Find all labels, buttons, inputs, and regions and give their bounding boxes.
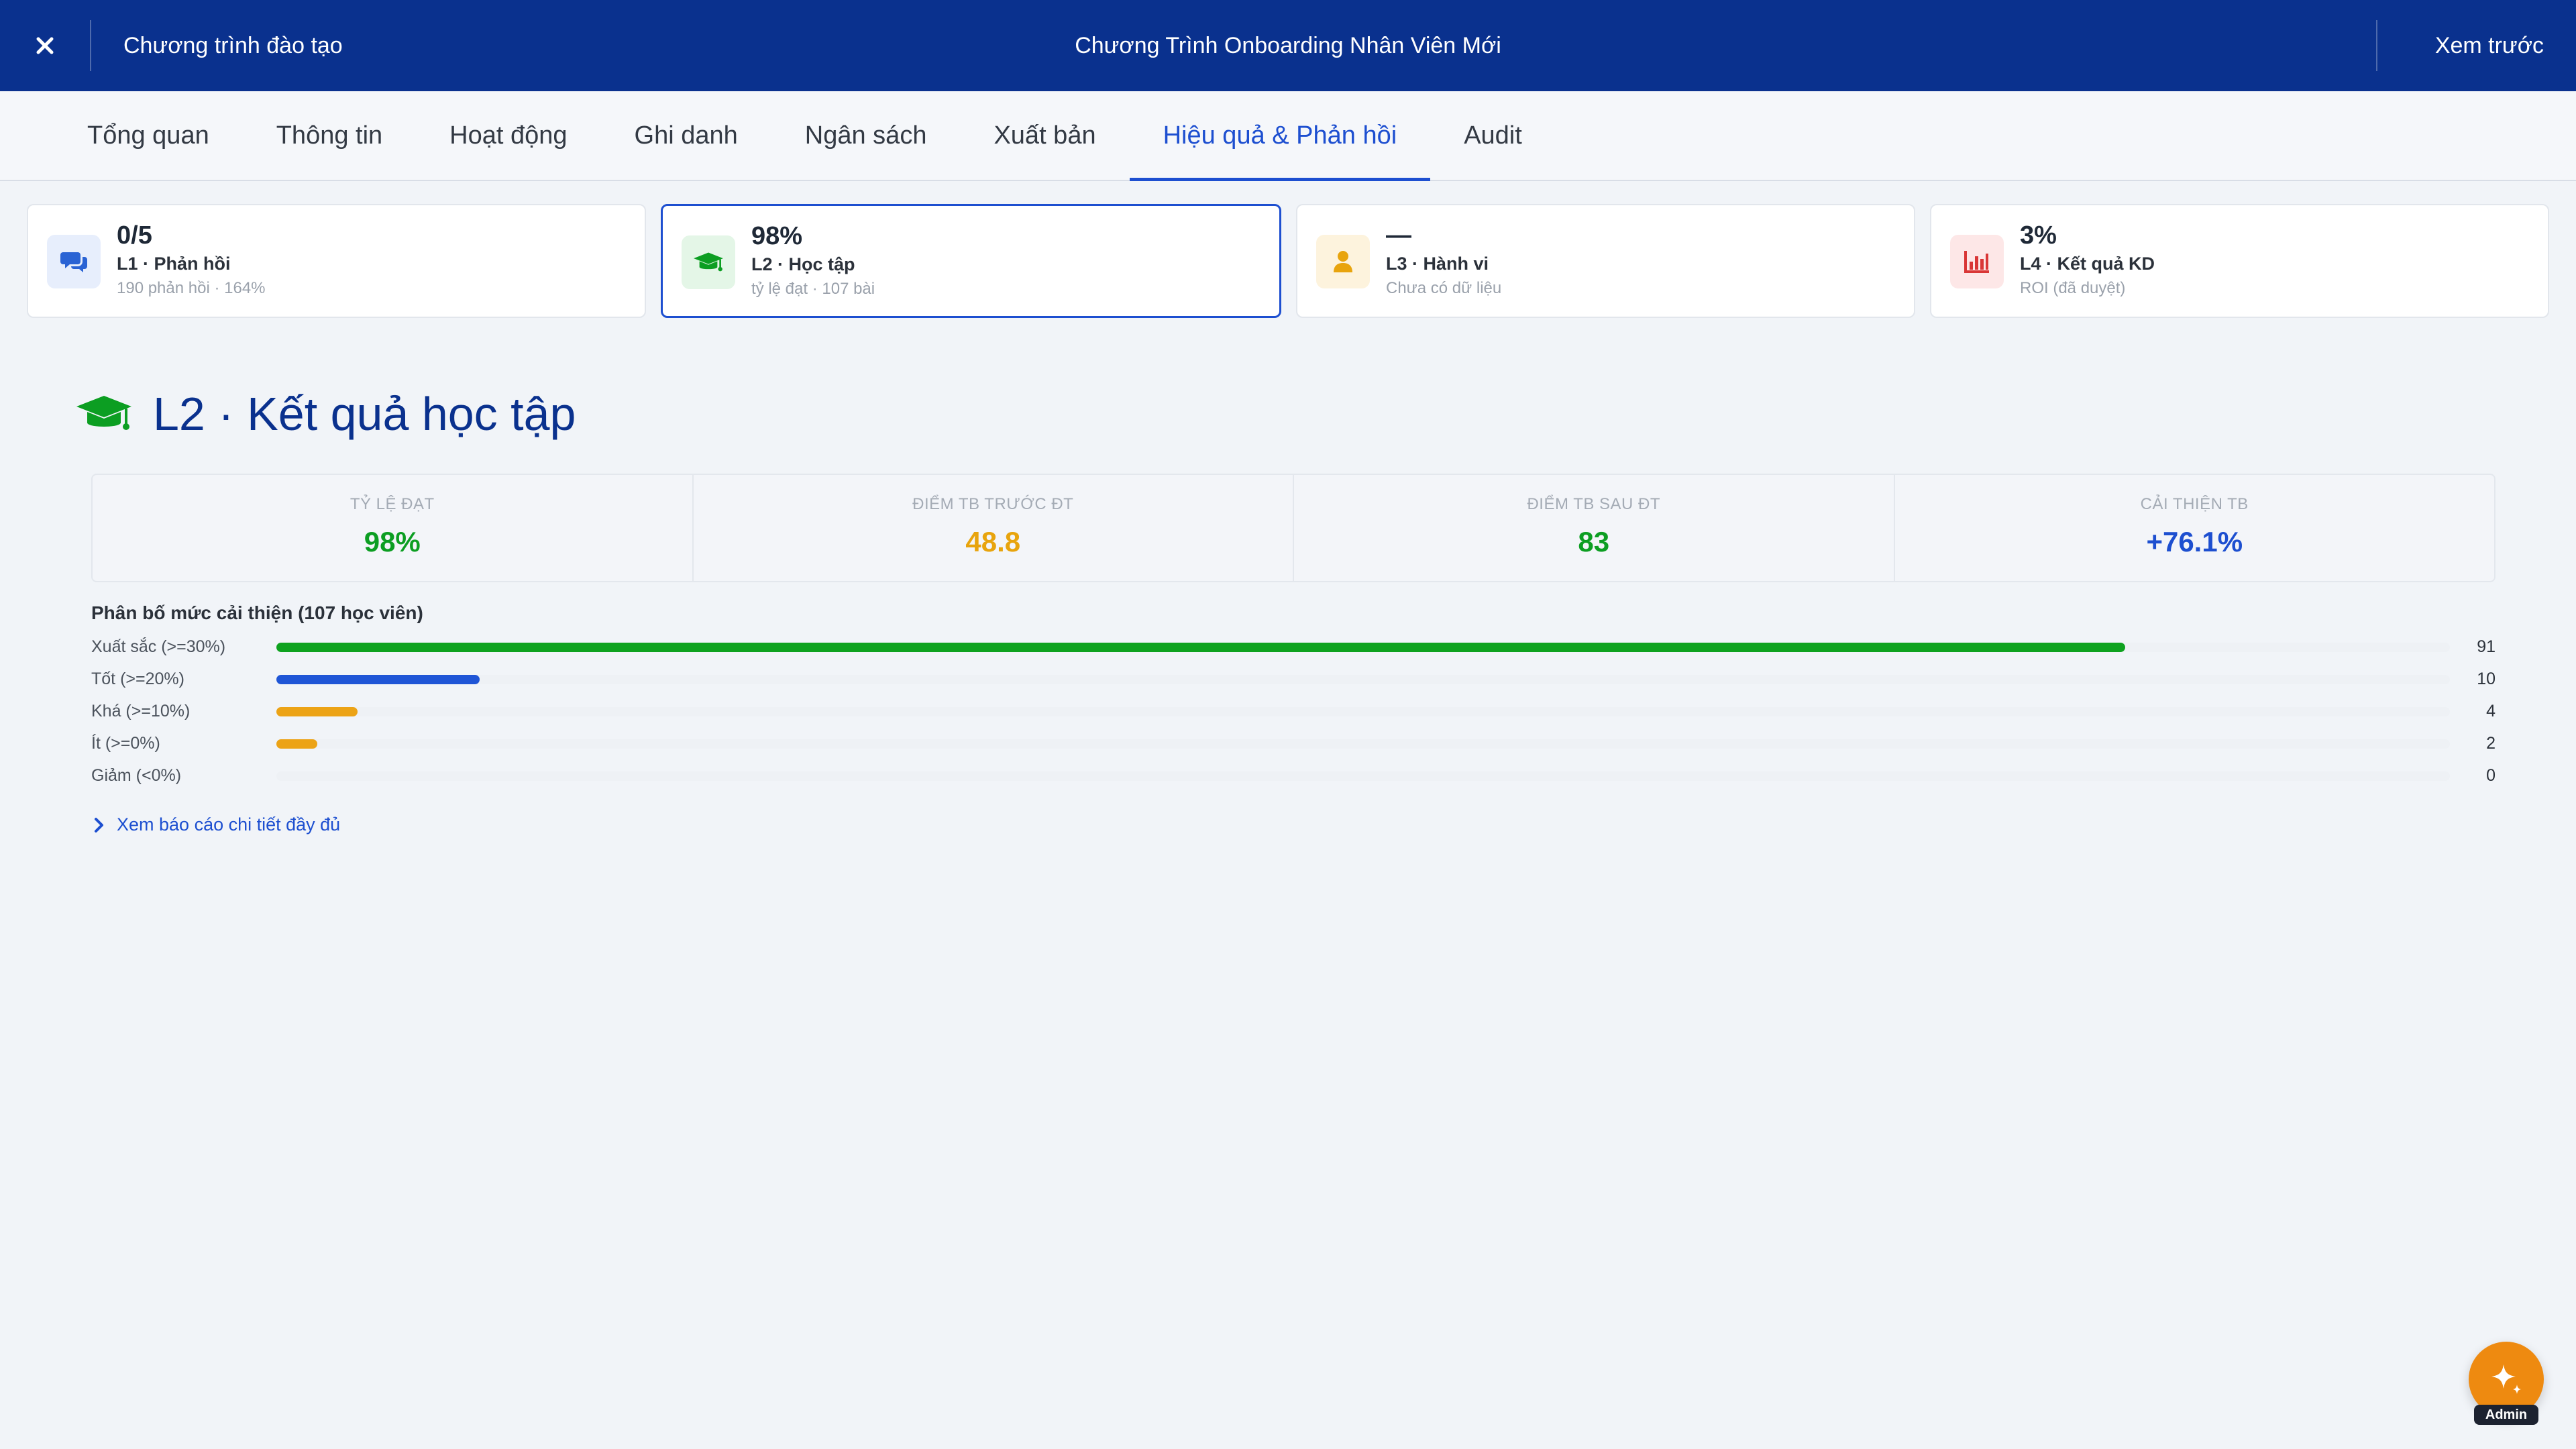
distribution-row: Ít (>=0%) 2 — [91, 729, 2496, 761]
kpi-card-l1[interactable]: 0/5 L1 · Phản hồi 190 phản hồi · 164% — [27, 204, 646, 318]
tab-4[interactable]: Ghi danh — [601, 91, 771, 180]
distribution-bar — [276, 675, 480, 684]
topbar-divider — [90, 20, 91, 71]
admin-badge: Admin — [2474, 1405, 2538, 1425]
graduation-cap-icon — [76, 396, 131, 430]
graduation-cap-icon — [693, 251, 724, 274]
kpi-card-l4[interactable]: 3% L4 · Kết quả KD ROI (đã duyệt) — [1930, 204, 2549, 318]
stat-value: +76.1% — [2146, 526, 2243, 557]
top-bar: Chương trình đào tạo Chương Trình Onboar… — [0, 0, 2576, 91]
chat-icon — [60, 250, 87, 274]
distribution-label: Khá (>=10%) — [91, 702, 191, 720]
distribution-label: Tốt (>=20%) — [91, 669, 184, 688]
distribution-row: Khá (>=10%) 4 — [91, 696, 2496, 729]
sparkle-icon — [2491, 1364, 2521, 1394]
distribution-count: 4 — [2486, 702, 2496, 720]
distribution-label: Giảm (<0%) — [91, 766, 182, 785]
distribution-bar — [276, 643, 2125, 652]
kpi-value: 98% — [751, 222, 803, 250]
chevron-right-icon — [95, 817, 103, 833]
section-heading: L2 · Kết quả học tập — [75, 384, 576, 444]
distribution-count: 10 — [2477, 669, 2496, 688]
distribution-bar-track — [276, 739, 2450, 749]
distribution-bar-track — [276, 771, 2450, 781]
close-button[interactable] — [0, 0, 90, 91]
distribution-label: Ít (>=0%) — [91, 734, 160, 753]
distribution-row: Tốt (>=20%) 10 — [91, 664, 2496, 696]
kpi-value: — — [1386, 221, 1411, 250]
stat-label: CẢI THIỆN TB — [2140, 495, 2249, 513]
breadcrumb-back-link[interactable]: Chương trình đào tạo — [123, 0, 343, 91]
distribution-row: Xuất sắc (>=30%) 91 — [91, 632, 2496, 664]
kpi-card-l3[interactable]: — L3 · Hành vi Chưa có dữ liệu — [1296, 204, 1915, 318]
distribution-label: Xuất sắc (>=30%) — [91, 637, 226, 656]
tab-6[interactable]: Xuất bản — [960, 91, 1129, 180]
stat-cell: CẢI THIỆN TB +76.1% — [1895, 475, 2495, 581]
distribution-bar — [276, 707, 358, 716]
bar-chart-icon — [1964, 250, 1990, 274]
stat-label: ĐIỂM TB SAU ĐT — [1527, 495, 1661, 513]
stat-value: 48.8 — [965, 526, 1021, 557]
tab-2[interactable]: Thông tin — [243, 91, 416, 180]
distribution-count: 2 — [2486, 734, 2496, 753]
stat-label: TỶ LỆ ĐẠT — [350, 495, 435, 513]
close-icon — [36, 37, 54, 54]
stats-panel: TỶ LỆ ĐẠT 98% ĐIỂM TB TRƯỚC ĐT 48.8 ĐIỂM T… — [91, 474, 2496, 582]
kpi-icon-box — [1316, 235, 1370, 288]
kpi-value: 0/5 — [117, 221, 152, 250]
topbar-divider — [2376, 20, 2377, 71]
kpi-card-l2[interactable]: 98% L2 · Học tập tỷ lệ đạt · 107 bài — [661, 204, 1281, 318]
stat-cell: ĐIỂM TB TRƯỚC ĐT 48.8 — [694, 475, 1294, 581]
kpi-subtext: tỷ lệ đạt · 107 bài — [751, 280, 875, 298]
distribution-bar-track — [276, 643, 2450, 652]
kpi-label: L1 · Phản hồi — [117, 254, 231, 274]
kpi-label: L2 · Học tập — [751, 254, 855, 274]
tab-1[interactable]: Tổng quan — [54, 91, 243, 180]
tab-3[interactable]: Hoạt động — [416, 91, 600, 180]
kpi-subtext: Chưa có dữ liệu — [1386, 279, 1502, 297]
kpi-label: L4 · Kết quả KD — [2020, 254, 2155, 274]
tab-bar: Tổng quan Thông tin Hoạt động Ghi danh Ngân … — [0, 91, 2576, 181]
full-report-link[interactable]: Xem báo cáo chi tiết đầy đủ — [94, 814, 340, 835]
stat-value: 98% — [364, 526, 421, 557]
preview-button[interactable]: Xem trước — [2435, 0, 2544, 91]
kpi-label: L3 · Hành vi — [1386, 254, 1489, 274]
distribution-bar-track — [276, 707, 2450, 716]
tab-5[interactable]: Ngân sách — [771, 91, 961, 180]
kpi-card-row: 0/5 L1 · Phản hồi 190 phản hồi · 164% 98… — [27, 204, 2549, 318]
tab-8[interactable]: Audit — [1430, 91, 1556, 180]
distribution-count: 91 — [2477, 637, 2496, 656]
distribution-bar-track — [276, 675, 2450, 684]
tab-7[interactable]: Hiệu quả & Phản hồi — [1129, 91, 1431, 181]
full-report-link-label: Xem báo cáo chi tiết đầy đủ — [117, 814, 341, 835]
distribution-count: 0 — [2486, 766, 2496, 785]
kpi-icon-box — [1950, 235, 2004, 288]
kpi-subtext: ROI (đã duyệt) — [2020, 279, 2126, 297]
distribution-bar — [276, 739, 317, 749]
stat-cell: TỶ LỆ ĐẠT 98% — [93, 475, 694, 581]
kpi-value: 3% — [2020, 221, 2057, 250]
stat-label: ĐIỂM TB TRƯỚC ĐT — [912, 495, 1074, 513]
kpi-icon-box — [47, 235, 101, 288]
page-title: Chương Trình Onboarding Nhân Viên Mới — [1075, 32, 1501, 58]
distribution-row: Giảm (<0%) 0 — [91, 761, 2496, 793]
distribution-title: Phân bố mức cải thiện (107 học viên) — [91, 602, 423, 623]
kpi-subtext: 190 phản hồi · 164% — [117, 279, 266, 297]
section-title: L2 · Kết quả học tập — [153, 388, 576, 440]
user-icon — [1333, 250, 1353, 273]
kpi-icon-box — [682, 235, 735, 289]
stat-value: 83 — [1578, 526, 1610, 557]
stat-cell: ĐIỂM TB SAU ĐT 83 — [1294, 475, 1895, 581]
